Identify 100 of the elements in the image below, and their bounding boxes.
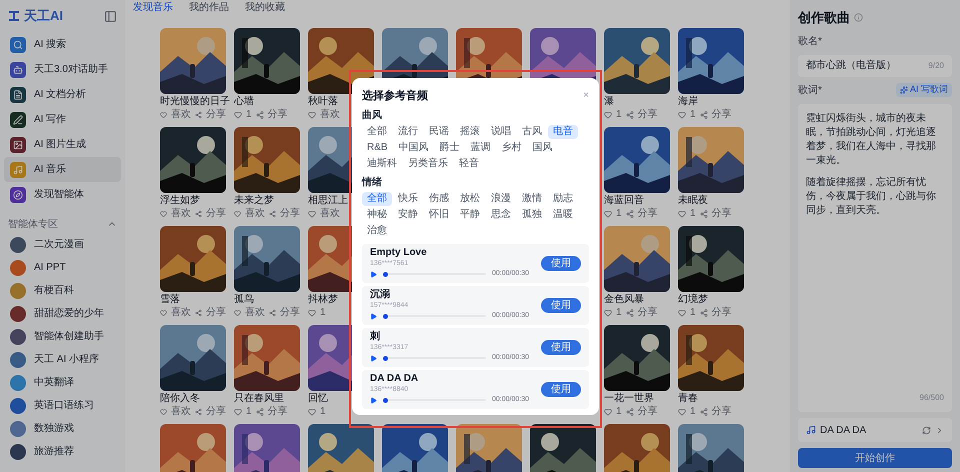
like-count[interactable]: 1 [616,109,622,121]
progress-thumb[interactable] [383,314,388,318]
filter-tag[interactable]: 快乐 [393,192,423,206]
like-count[interactable]: 1 [690,307,696,319]
agent-item[interactable]: 数独游戏 [4,417,121,440]
share-link[interactable]: 分享 [638,307,658,319]
share-link[interactable]: 分享 [268,109,288,121]
filter-tag[interactable]: 另类音乐 [403,157,453,171]
filter-tag[interactable]: 轻音 [454,157,484,171]
sidebar-item[interactable]: 天工3.0对话助手 [4,57,121,82]
filter-tag[interactable]: 浪漫 [486,192,516,206]
filter-tag[interactable]: 古风 [517,125,547,139]
like-count[interactable]: 喜欢 [171,406,191,418]
share-link[interactable]: 分享 [280,307,300,319]
song-title[interactable]: 瀑 [604,95,670,108]
tab[interactable]: 我的收藏 [245,0,285,15]
play-icon[interactable] [370,354,377,362]
agent-item[interactable]: 有梗百科 [4,279,121,302]
share-link[interactable]: 分享 [712,208,732,220]
filter-tag[interactable]: 中国风 [394,141,434,155]
share-link[interactable]: 分享 [712,109,732,121]
like-count[interactable]: 1 [690,208,696,220]
filter-tag[interactable]: R&B [362,141,393,155]
filter-tag[interactable]: 怀旧 [424,208,454,222]
like-count[interactable]: 喜欢 [171,307,191,319]
filter-tag[interactable]: 国风 [528,141,558,155]
filter-tag[interactable]: 全部 [362,125,392,139]
song-title[interactable]: 青春 [678,392,744,405]
agent-item[interactable]: 天工 AI 小程序 [4,348,121,371]
progress-thumb[interactable] [383,356,388,360]
like-count[interactable]: 喜欢 [320,208,340,220]
filter-tag[interactable]: 流行 [393,125,423,139]
filter-tag[interactable]: 迪斯科 [362,157,402,171]
filter-tag[interactable]: 孤独 [517,208,547,222]
song-title[interactable]: 未眠夜 [678,194,744,207]
song-title[interactable]: 陪你入冬 [160,392,226,405]
filter-tag[interactable]: 温暖 [548,208,578,222]
use-button[interactable]: 使用 [541,340,581,355]
agent-item[interactable]: 中英翻译 [4,371,121,394]
like-count[interactable]: 喜欢 [171,208,191,220]
share-link[interactable]: 分享 [712,406,732,418]
share-link[interactable]: 分享 [638,208,658,220]
tab[interactable]: 我的作品 [189,0,229,15]
like-count[interactable]: 喜欢 [320,109,340,121]
agent-item[interactable]: 甜甜恋爱的少年 [4,302,121,325]
song-title[interactable]: 浮生如梦 [160,194,226,207]
logo[interactable]: 天工AI [24,6,63,26]
share-link[interactable]: 分享 [638,109,658,121]
filter-tag[interactable]: 安静 [393,208,423,222]
progress-thumb[interactable] [383,272,388,276]
share-link[interactable]: 分享 [712,307,732,319]
filter-tag[interactable]: 乡村 [496,141,527,155]
filter-tag[interactable]: 治愈 [362,224,392,238]
play-icon[interactable] [370,312,377,320]
chevron-right-icon[interactable] [935,426,944,434]
song-title[interactable]: 雪落 [160,293,226,306]
sidebar-item[interactable]: AI 图片生成 [4,132,121,157]
filter-tag[interactable]: 思念 [486,208,516,222]
like-count[interactable]: 喜欢 [245,208,265,220]
like-count[interactable]: 1 [246,406,252,418]
filter-tag[interactable]: 民谣 [424,125,454,139]
like-count[interactable]: 1 [320,406,326,418]
use-button[interactable]: 使用 [541,382,581,397]
share-link[interactable]: 分享 [206,406,226,418]
sidebar-item[interactable]: 发现智能体 [4,182,121,207]
song-title[interactable]: 心墙 [234,95,300,108]
filter-tag[interactable]: 全部 [362,192,392,206]
filter-tag[interactable]: 平静 [455,208,485,222]
song-title[interactable]: 一花一世界 [604,392,670,405]
like-count[interactable]: 喜欢 [171,109,191,121]
filter-tag[interactable]: 神秘 [362,208,392,222]
like-count[interactable]: 1 [616,406,622,418]
song-title[interactable]: 幻境梦 [678,293,744,306]
share-link[interactable]: 分享 [206,307,226,319]
sidebar-toggle-icon[interactable] [104,10,117,22]
agent-item[interactable]: 旅游推荐 [4,440,121,463]
song-title[interactable]: 海岸 [678,95,744,108]
tab[interactable]: 发现音乐 [133,0,173,15]
filter-tag[interactable]: 激情 [517,192,547,206]
share-link[interactable]: 分享 [268,406,288,418]
play-icon[interactable] [370,270,377,278]
song-title[interactable]: 孤鸟 [234,293,300,306]
sidebar-item[interactable]: AI 音乐 [4,157,121,182]
share-link[interactable]: 分享 [280,208,300,220]
agent-item[interactable]: 智能体创建助手 [4,325,121,348]
song-title[interactable]: 未来之梦 [234,194,300,207]
song-title[interactable]: 海蓝回音 [604,194,670,207]
lyrics-field[interactable]: 霓虹闪烁街头，城市的夜未眠，节拍跳动心间，灯光追逐着梦，我们在人海中，寻找那一束光。 随着旋律摇摆，忘记所有忧伤，今夜属于我们，心跳与你同步，直到天亮。 96/500 [798,104,952,412]
sidebar-item[interactable]: AI 搜索 [4,32,121,57]
sidebar-item[interactable]: AI 文档分析 [4,82,121,107]
refresh-icon[interactable] [922,426,931,434]
sidebar-item[interactable]: AI 写作 [4,107,121,132]
progress-thumb[interactable] [383,398,388,402]
song-title[interactable]: 金色风暴 [604,293,670,306]
reference-audio-row[interactable]: DA DA DA [798,418,952,442]
use-button[interactable]: 使用 [541,298,581,313]
agent-item[interactable]: 英语口语练习 [4,394,121,417]
like-count[interactable]: 1 [690,109,696,121]
agent-item[interactable]: 二次元漫画 [4,233,121,256]
like-count[interactable]: 1 [690,406,696,418]
